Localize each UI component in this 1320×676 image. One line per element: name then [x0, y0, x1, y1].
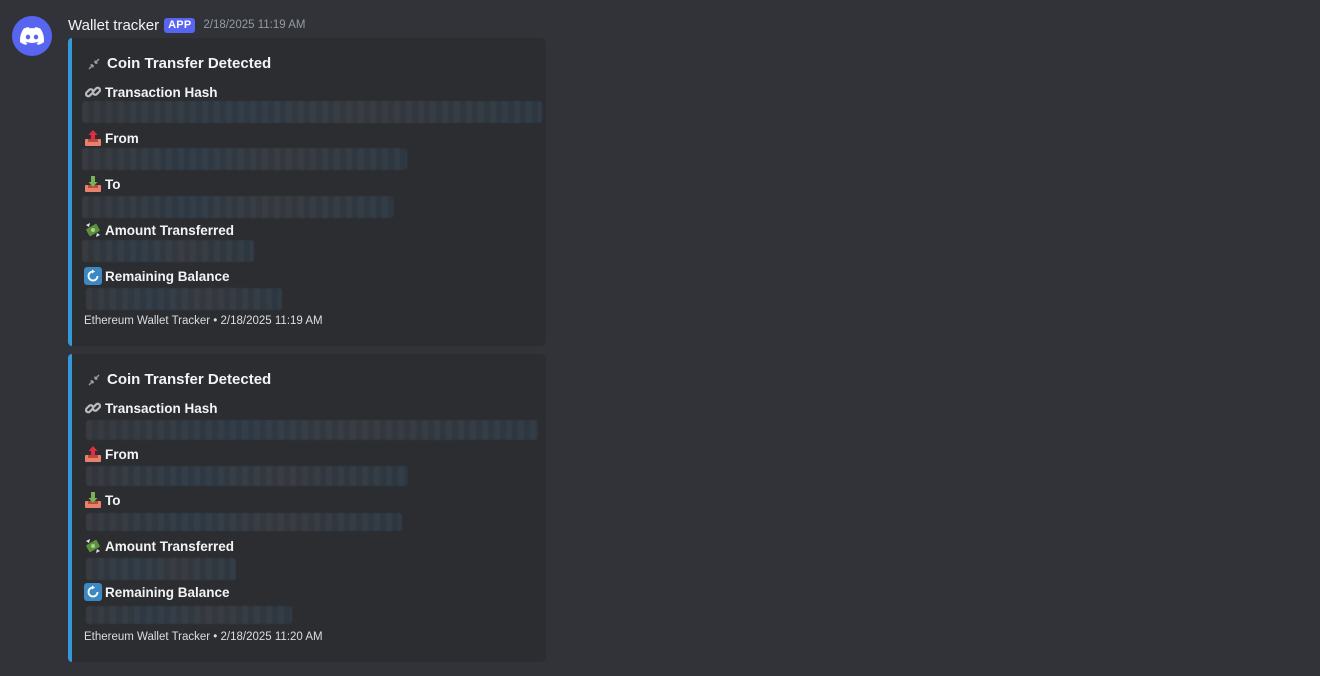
field-value-amount-redacted: [82, 240, 254, 262]
field-name-to: To: [84, 491, 121, 509]
message-timestamp[interactable]: 2/18/2025 11:19 AM: [203, 19, 305, 31]
field-value-from-redacted: [82, 148, 407, 170]
outbox-tray-icon: [84, 445, 102, 463]
field-name-amount-transferred: Amount Transferred: [84, 537, 234, 555]
embed-title: Coin Transfer Detected: [86, 55, 271, 72]
app-badge: APP: [164, 17, 196, 33]
link-icon: [84, 399, 102, 417]
embed-footer: Ethereum Wallet Tracker • 2/18/2025 11:1…: [84, 315, 323, 327]
arrows-counterclockwise-icon: [84, 583, 102, 601]
money-with-wings-icon: [84, 221, 102, 239]
field-name-from: From: [84, 129, 139, 147]
field-name-to: To: [84, 175, 121, 193]
field-value-to-redacted: [82, 196, 394, 218]
bot-avatar[interactable]: [12, 16, 52, 56]
embed-title-text: Coin Transfer Detected: [107, 55, 272, 72]
message-header: Wallet tracker APP 2/18/2025 11:19 AM: [68, 15, 305, 35]
embed-footer: Ethereum Wallet Tracker • 2/18/2025 11:2…: [84, 631, 323, 643]
field-value-to-redacted: [86, 513, 402, 531]
field-value-amount-redacted: [86, 558, 236, 580]
arrows-counterclockwise-icon: [84, 267, 102, 285]
embed-card: Coin Transfer Detected Transaction Hash …: [68, 354, 546, 662]
outbox-tray-icon: [84, 129, 102, 147]
field-name-remaining-balance: Remaining Balance: [84, 583, 230, 601]
arrows-in-icon: [86, 56, 102, 72]
field-value-transaction-hash-redacted: [86, 420, 538, 440]
embed-title: Coin Transfer Detected: [86, 371, 271, 388]
inbox-tray-icon: [84, 491, 102, 509]
discord-logo-icon: [20, 27, 44, 45]
field-name-from: From: [84, 445, 139, 463]
embed-card: Coin Transfer Detected Transaction Hash …: [68, 38, 546, 346]
arrows-in-icon: [86, 372, 102, 388]
link-icon: [84, 83, 102, 101]
field-name-transaction-hash: Transaction Hash: [84, 83, 218, 101]
field-value-balance-redacted: [86, 606, 292, 624]
field-name-transaction-hash: Transaction Hash: [84, 399, 218, 417]
field-name-amount-transferred: Amount Transferred: [84, 221, 234, 239]
field-value-transaction-hash-redacted: [82, 101, 542, 123]
inbox-tray-icon: [84, 175, 102, 193]
embed-title-text: Coin Transfer Detected: [107, 371, 272, 388]
field-value-balance-redacted: [86, 288, 282, 310]
field-name-remaining-balance: Remaining Balance: [84, 267, 230, 285]
money-with-wings-icon: [84, 537, 102, 555]
author-name[interactable]: Wallet tracker: [68, 17, 159, 34]
field-value-from-redacted: [86, 466, 408, 486]
